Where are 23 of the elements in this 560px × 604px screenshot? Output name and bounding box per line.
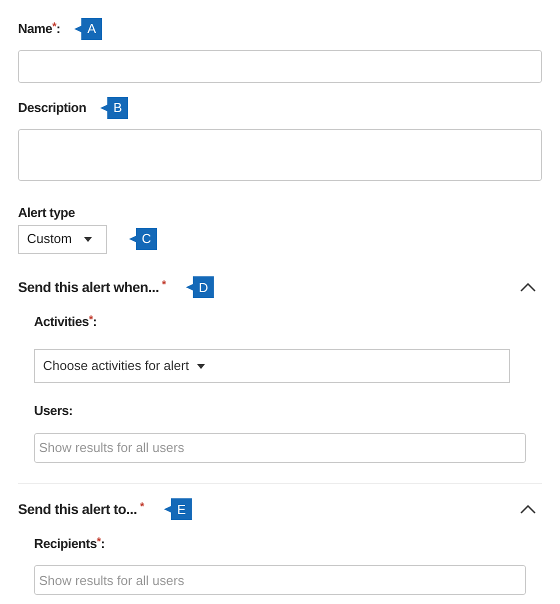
field-label: Activities*: <box>34 312 97 330</box>
field-label: Recipients*: <box>34 534 105 553</box>
activities-dropdown[interactable]: Choose activities for alert <box>34 349 510 383</box>
callout-tag: B <box>100 97 128 119</box>
alert-type-dropdown[interactable]: Custom <box>18 224 107 254</box>
callout-tag: D <box>186 276 214 298</box>
caret-icon <box>196 364 205 368</box>
search-field[interactable]: Show results for all users <box>34 432 526 462</box>
input-field[interactable] <box>18 50 542 83</box>
caret-icon <box>84 236 92 242</box>
field-label: Alert type <box>18 204 75 222</box>
field-label: Description <box>18 99 86 118</box>
search-field[interactable]: Show results for all users <box>34 565 526 595</box>
collapse-chevron-icon[interactable] <box>520 283 536 292</box>
field-label: Users: <box>34 402 73 420</box>
description-field[interactable] <box>18 129 542 181</box>
callout-tag: A <box>74 18 102 40</box>
callout-tag: E <box>164 498 192 520</box>
section-title: Send this alert to... * <box>18 500 144 519</box>
callout-tag: C <box>129 228 157 250</box>
section-title: Send this alert when... * <box>18 278 166 297</box>
collapse-chevron-icon[interactable] <box>520 505 536 514</box>
field-label: Name*: <box>18 20 60 38</box>
